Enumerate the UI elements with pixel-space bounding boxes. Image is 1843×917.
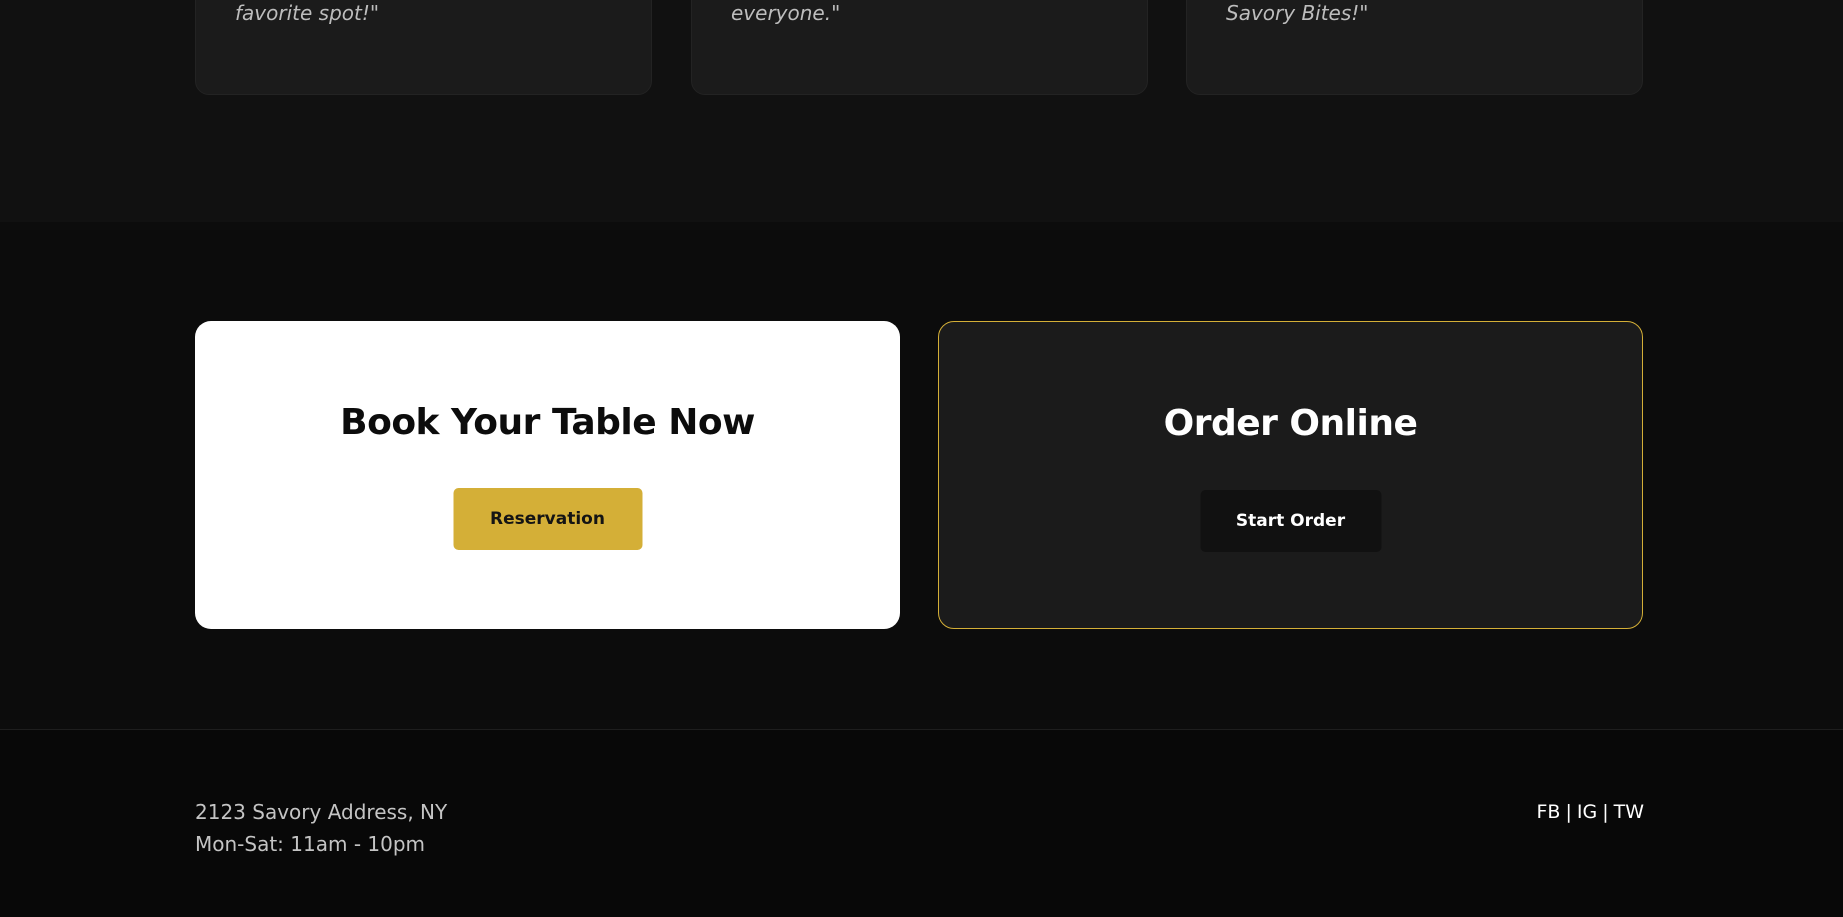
testimonial-card: everyone." [691, 0, 1148, 95]
social-links: FB | IG | TW [1536, 796, 1644, 828]
order-online-title: Order Online [1163, 403, 1418, 444]
footer-info: 2123 Savory Address, NY Mon-Sat: 11am - … [195, 796, 447, 860]
footer-address: 2123 Savory Address, NY [195, 800, 448, 824]
testimonial-card: favorite spot!" [195, 0, 652, 95]
book-table-card: Book Your Table Now Reservation [195, 321, 900, 629]
testimonials-section: favorite spot!" everyone." Savory Bites!… [0, 0, 1843, 222]
testimonial-quote: Savory Bites!" [1226, 1, 1369, 25]
book-table-title: Book Your Table Now [340, 402, 755, 443]
social-separator: | [1602, 801, 1609, 823]
twitter-link[interactable]: TW [1614, 801, 1644, 823]
instagram-link[interactable]: IG [1577, 801, 1597, 823]
facebook-link[interactable]: FB [1536, 801, 1560, 823]
testimonial-quote: everyone." [731, 1, 841, 25]
start-order-button[interactable]: Start Order [1200, 490, 1381, 552]
testimonial-card: Savory Bites!" [1186, 0, 1643, 95]
page: favorite spot!" everyone." Savory Bites!… [0, 0, 1843, 917]
cta-section: Book Your Table Now Reservation Order On… [0, 222, 1843, 729]
footer-hours: Mon-Sat: 11am - 10pm [195, 832, 426, 856]
reservation-button[interactable]: Reservation [453, 488, 642, 550]
order-online-card: Order Online Start Order [938, 321, 1643, 629]
testimonial-quote: favorite spot!" [235, 1, 380, 25]
footer: 2123 Savory Address, NY Mon-Sat: 11am - … [0, 729, 1843, 917]
social-separator: | [1565, 801, 1572, 823]
